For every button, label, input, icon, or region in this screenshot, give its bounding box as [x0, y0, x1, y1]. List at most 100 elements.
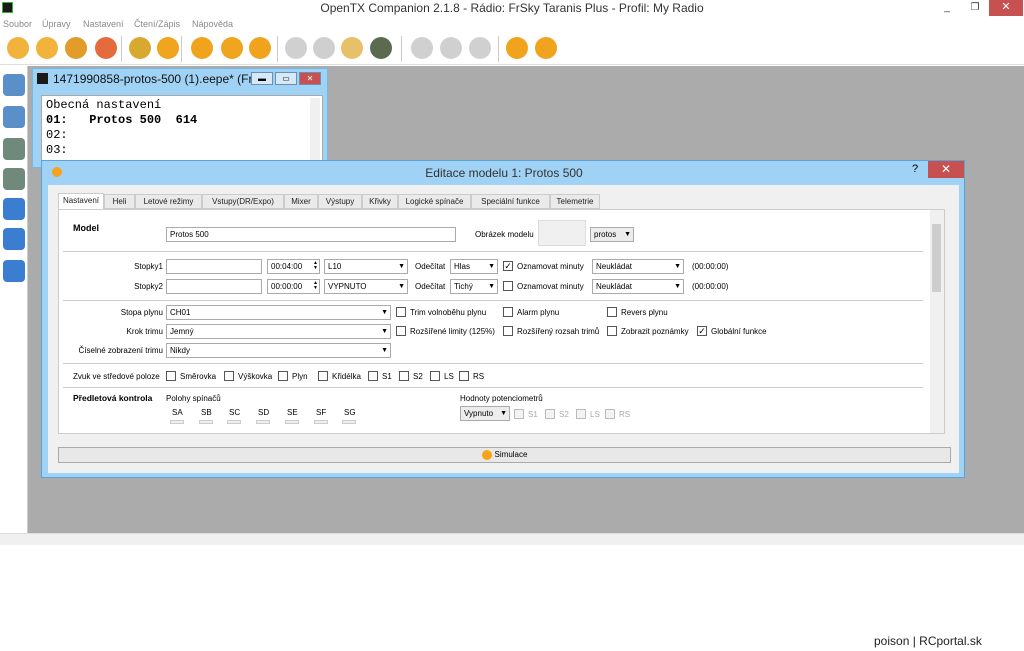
model-list-item[interactable]: 01: Protos 500 614 — [46, 113, 318, 128]
minimize-button[interactable]: _ — [934, 0, 960, 16]
customize-icon[interactable] — [221, 37, 243, 59]
recent-files-icon[interactable] — [65, 37, 87, 59]
tab-heli[interactable]: Heli — [104, 194, 135, 209]
settings-icon[interactable] — [3, 260, 25, 282]
center-beep-elevator-checkbox[interactable] — [224, 371, 234, 381]
switch-sg-slider[interactable] — [342, 420, 356, 424]
compare-icon[interactable] — [341, 37, 363, 59]
pot-rs-checkbox[interactable] — [605, 409, 615, 419]
tab-special-functions[interactable]: Speciální funkce — [471, 194, 550, 209]
tab-logical-switches[interactable]: Logické spínače — [398, 194, 471, 209]
menu-read-write[interactable]: Čtení/Zápis — [134, 19, 180, 29]
paste-icon[interactable] — [469, 37, 491, 59]
throttle-source-select[interactable]: CH01 ▼ — [166, 305, 391, 320]
center-beep-ls-checkbox[interactable] — [430, 371, 440, 381]
settings-remove-icon[interactable] — [3, 228, 25, 250]
tab-mixer[interactable]: Mixer — [284, 194, 318, 209]
dialog-close-button[interactable]: ✕ — [928, 161, 964, 178]
cut-icon[interactable] — [411, 37, 433, 59]
open-folder-icon[interactable] — [36, 37, 58, 59]
center-beep-s1-checkbox[interactable] — [368, 371, 378, 381]
eepe-minimize-button[interactable]: ▬ — [251, 72, 273, 85]
write-radio-icon[interactable] — [535, 37, 557, 59]
menu-settings[interactable]: Nastavení — [83, 19, 124, 29]
timer2-name-input[interactable] — [166, 279, 262, 294]
radio-add-icon[interactable] — [3, 74, 25, 96]
tab-curves[interactable]: Křivky — [362, 194, 398, 209]
model-list-item[interactable]: 02: — [46, 128, 318, 143]
print-icon[interactable] — [313, 37, 335, 59]
switch-sd-slider[interactable] — [256, 420, 270, 424]
tab-flight-modes[interactable]: Letové režimy — [135, 194, 202, 209]
panel-scrollbar[interactable] — [930, 210, 944, 433]
model-name-input[interactable]: Protos 500 — [166, 227, 456, 242]
help-button[interactable]: ? — [912, 163, 918, 175]
timer2-minute-checkbox[interactable] — [503, 281, 513, 291]
sd-sync-icon[interactable] — [370, 37, 392, 59]
switch-sa-slider[interactable] — [170, 420, 184, 424]
switch-sb-slider[interactable] — [199, 420, 213, 424]
timer1-time-spinner[interactable]: 00:04:00 ▲ ▼ — [267, 259, 320, 274]
pot-warning-select[interactable]: Vypnuto ▼ — [460, 406, 510, 421]
menu-file[interactable]: Soubor — [3, 19, 32, 29]
center-beep-s2-checkbox[interactable] — [399, 371, 409, 381]
switch-sc-slider[interactable] — [227, 420, 241, 424]
tab-setup[interactable]: Nastavení — [58, 193, 104, 210]
copy-icon[interactable] — [440, 37, 462, 59]
center-beep-aileron-checkbox[interactable] — [318, 371, 328, 381]
tab-outputs[interactable]: Výstupy — [318, 194, 362, 209]
pot-ls-checkbox[interactable] — [576, 409, 586, 419]
model-list-item[interactable]: 03: — [46, 143, 318, 158]
extended-trims-checkbox[interactable] — [503, 326, 513, 336]
timer1-name-input[interactable] — [166, 259, 262, 274]
extended-limits-checkbox[interactable] — [396, 326, 406, 336]
model-image-select[interactable]: protos ▼ — [590, 227, 634, 242]
status-bar — [0, 533, 1024, 545]
radio-remove-icon[interactable] — [3, 106, 25, 128]
center-beep-throttle-checkbox[interactable] — [278, 371, 288, 381]
timer1-mode-select[interactable]: L10 ▼ — [324, 259, 408, 274]
timer1-persist-select[interactable]: Neukládat ▼ — [592, 259, 684, 274]
trim-display-select[interactable]: Nikdy ▼ — [166, 343, 391, 358]
radio-write-icon[interactable] — [3, 168, 25, 190]
new-file-icon[interactable] — [7, 37, 29, 59]
eepe-close-button[interactable]: ✕ — [299, 72, 321, 85]
center-beep-rudder-checkbox[interactable] — [166, 371, 176, 381]
logs-icon[interactable] — [129, 37, 151, 59]
switch-se-slider[interactable] — [285, 420, 299, 424]
maximize-button[interactable]: ❐ — [962, 0, 988, 16]
tab-telemetry[interactable]: Telemetrie — [550, 194, 600, 209]
read-radio-icon[interactable] — [506, 37, 528, 59]
timer2-persist-select[interactable]: Neukládat ▼ — [592, 279, 684, 294]
global-functions-checkbox[interactable]: ✓ — [697, 326, 707, 336]
throttle-idle-trim-checkbox[interactable] — [396, 307, 406, 317]
timer1-countdown-select[interactable]: Hlas ▼ — [450, 259, 498, 274]
close-button[interactable]: ✕ — [989, 0, 1023, 16]
trim-step-select[interactable]: Jemný ▼ — [166, 324, 391, 339]
timer1-minute-checkbox[interactable]: ✓ — [503, 261, 513, 271]
pot-s2-checkbox[interactable] — [545, 409, 555, 419]
menu-edit[interactable]: Úpravy — [42, 19, 71, 29]
center-beep-rs-checkbox[interactable] — [459, 371, 469, 381]
save-icon[interactable] — [95, 37, 117, 59]
pot-s1-checkbox[interactable] — [514, 409, 524, 419]
timer2-time-spinner[interactable]: 00:00:00 ▲ ▼ — [267, 279, 320, 294]
radio-read-icon[interactable] — [3, 138, 25, 160]
throttle-warning-checkbox[interactable] — [503, 307, 513, 317]
switch-sf-slider[interactable] — [314, 420, 328, 424]
throttle-reverse-checkbox[interactable] — [607, 307, 617, 317]
download-icon[interactable] — [157, 37, 179, 59]
display-notes-checkbox[interactable] — [607, 326, 617, 336]
preferences-icon[interactable] — [191, 37, 213, 59]
scrollbar[interactable] — [310, 98, 320, 162]
eepe-maximize-button[interactable]: ▭ — [275, 72, 297, 85]
tab-inputs[interactable]: Vstupy(DR/Expo) — [202, 194, 284, 209]
simulate-button[interactable]: Simulace — [58, 447, 951, 463]
palette-icon[interactable] — [249, 37, 271, 59]
timer2-mode-select[interactable]: VYPNUTO ▼ — [324, 279, 408, 294]
menu-help[interactable]: Nápověda — [192, 19, 233, 29]
timer2-countdown-select[interactable]: Tichý ▼ — [450, 279, 498, 294]
simulate-icon[interactable] — [285, 37, 307, 59]
settings-add-icon[interactable] — [3, 198, 25, 220]
scrollbar-thumb[interactable] — [932, 224, 941, 292]
